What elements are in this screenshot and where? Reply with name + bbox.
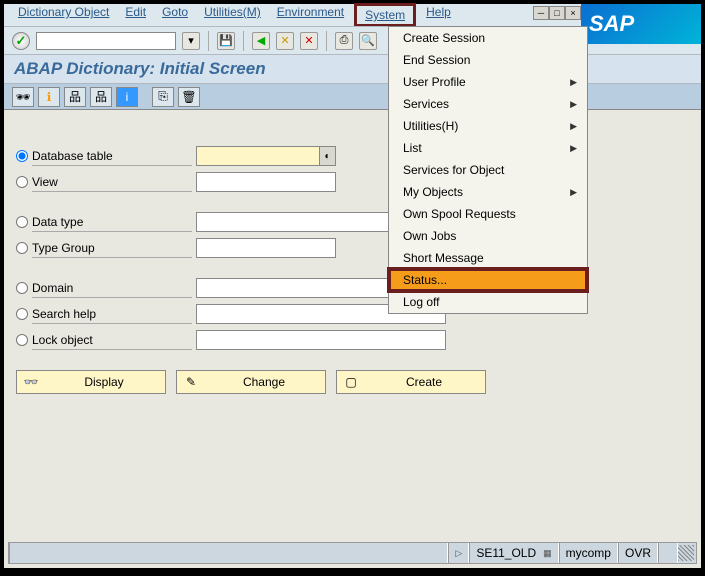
main-area: Database table ◐ View Data type Type Gro…: [4, 110, 701, 490]
document-icon: ▢: [343, 375, 359, 389]
system-menu-dropdown: Create SessionEnd SessionUser Profile▶Se…: [388, 26, 588, 314]
menubar: Dictionary ObjectEditGotoUtilities(M)Env…: [4, 4, 701, 26]
info-icon[interactable]: ℹ: [38, 87, 60, 107]
status-mode: OVR: [618, 543, 658, 563]
copy-icon[interactable]: ⎘: [152, 87, 174, 107]
submenu-arrow-icon: ▶: [570, 99, 577, 110]
menu-help[interactable]: Help: [420, 3, 457, 27]
maximize-button[interactable]: □: [549, 6, 565, 20]
minimize-button[interactable]: ─: [533, 6, 549, 20]
submenu-arrow-icon: ▶: [570, 187, 577, 198]
enter-icon[interactable]: ✓: [12, 32, 30, 50]
menu-utilitiesm[interactable]: Utilities(M): [198, 3, 267, 27]
menu-dictionaryobject[interactable]: Dictionary Object: [12, 3, 115, 27]
input-lock-object[interactable]: [196, 330, 446, 350]
radio-search-help[interactable]: [16, 308, 28, 320]
radio-data-type[interactable]: [16, 216, 28, 228]
status-tcode: SE11_OLD▦: [469, 543, 558, 563]
menu-item-my-objects[interactable]: My Objects▶: [389, 181, 587, 203]
close-button[interactable]: ×: [565, 6, 581, 20]
menu-item-user-profile[interactable]: User Profile▶: [389, 71, 587, 93]
execute-icon[interactable]: 🕶: [12, 87, 34, 107]
radio-database-table[interactable]: [16, 150, 28, 162]
hierarchy2-icon[interactable]: 品: [90, 87, 112, 107]
sap-logo: SAP: [581, 4, 701, 44]
dropdown-icon[interactable]: ▾: [182, 32, 200, 50]
label-search-help: Search help: [32, 305, 192, 324]
display-label: Display: [49, 375, 159, 389]
input-view[interactable]: [196, 172, 336, 192]
delete-icon[interactable]: 🗑: [178, 87, 200, 107]
radio-type-group[interactable]: [16, 242, 28, 254]
exit-icon[interactable]: ✕: [276, 32, 294, 50]
hierarchy-icon[interactable]: 品: [64, 87, 86, 107]
menu-item-create-session[interactable]: Create Session: [389, 27, 587, 49]
display-button[interactable]: 👓 Display: [16, 370, 166, 394]
submenu-arrow-icon: ▶: [570, 143, 577, 154]
menu-item-services[interactable]: Services▶: [389, 93, 587, 115]
label-database-table: Database table: [32, 147, 192, 166]
create-label: Create: [369, 375, 479, 389]
cancel-icon[interactable]: ✕: [300, 32, 318, 50]
menu-item-utilities-h-[interactable]: Utilities(H)▶: [389, 115, 587, 137]
label-type-group: Type Group: [32, 239, 192, 258]
application-toolbar: 🕶 ℹ 品 品 i ⎘ 🗑: [4, 84, 701, 110]
page-title: ABAP Dictionary: Initial Screen: [4, 54, 701, 84]
find-icon[interactable]: 🔍: [359, 32, 377, 50]
menu-item-list[interactable]: List▶: [389, 137, 587, 159]
input-type-group[interactable]: [196, 238, 336, 258]
command-field[interactable]: [36, 32, 176, 50]
status-system: mycomp: [559, 543, 618, 563]
menu-item-short-message[interactable]: Short Message: [389, 247, 587, 269]
create-button[interactable]: ▢ Create: [336, 370, 486, 394]
label-data-type: Data type: [32, 213, 192, 232]
glasses-icon: 👓: [23, 375, 39, 389]
input-database-table[interactable]: ◐: [196, 146, 336, 166]
submenu-arrow-icon: ▶: [570, 77, 577, 88]
radio-view[interactable]: [16, 176, 28, 188]
menu-item-services-for-object[interactable]: Services for Object: [389, 159, 587, 181]
label-lock-object: Lock object: [32, 331, 192, 350]
menu-item-own-spool-requests[interactable]: Own Spool Requests: [389, 203, 587, 225]
label-domain: Domain: [32, 279, 192, 298]
status-nav[interactable]: ▷: [448, 543, 469, 563]
menu-item-log-off[interactable]: Log off: [389, 291, 587, 313]
print-icon[interactable]: ⎙: [335, 32, 353, 50]
change-label: Change: [209, 375, 319, 389]
save-icon[interactable]: 💾: [217, 32, 235, 50]
window-controls: ─ □ ×: [533, 6, 581, 20]
back-icon[interactable]: ◀: [252, 32, 270, 50]
menu-item-own-jobs[interactable]: Own Jobs: [389, 225, 587, 247]
label-view: View: [32, 173, 192, 192]
submenu-arrow-icon: ▶: [570, 121, 577, 132]
menu-goto[interactable]: Goto: [156, 3, 194, 27]
status-bar: ▷ SE11_OLD▦ mycomp OVR: [8, 542, 697, 564]
change-button[interactable]: ✎ Change: [176, 370, 326, 394]
f4-help-icon[interactable]: ◐: [319, 147, 335, 165]
resize-grip[interactable]: [678, 545, 694, 561]
menu-environment[interactable]: Environment: [271, 3, 350, 27]
radio-lock-object[interactable]: [16, 334, 28, 346]
radio-domain[interactable]: [16, 282, 28, 294]
menu-system[interactable]: System: [354, 3, 416, 27]
menu-item-end-session[interactable]: End Session: [389, 49, 587, 71]
menu-edit[interactable]: Edit: [119, 3, 152, 27]
pencil-icon: ✎: [183, 375, 199, 389]
info2-icon[interactable]: i: [116, 87, 138, 107]
menu-item-status---[interactable]: Status...: [389, 269, 587, 291]
